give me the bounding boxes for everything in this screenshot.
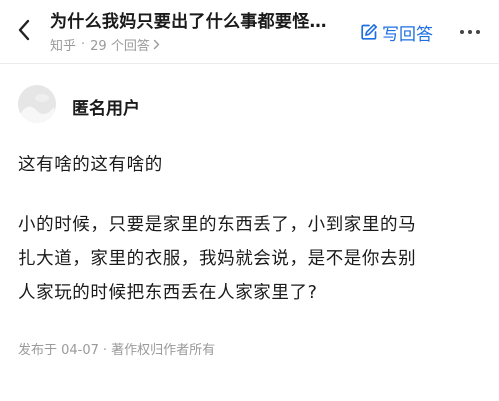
- write-answer-label: 写回答: [382, 24, 433, 45]
- anonymous-avatar-icon: [18, 85, 56, 123]
- question-meta: 知乎 · 29 个回答: [50, 35, 160, 54]
- answer-page: 为什么我妈只要出了什么事都要怪… 知乎 · 29 个回答 写回答 匿名用户 这有…: [0, 0, 499, 401]
- edit-pen-icon: [360, 23, 378, 41]
- more-horizontal-icon: [460, 30, 464, 34]
- copyright-notice: 著作权归作者所有: [111, 343, 216, 358]
- answer-count-link[interactable]: 29 个回答: [90, 35, 150, 54]
- back-button[interactable]: [10, 12, 38, 48]
- answer-line: 人家玩的时候把东西丢在人家家里了?: [18, 283, 318, 303]
- chevron-right-icon: [153, 39, 160, 50]
- author-name[interactable]: 匿名用户: [72, 94, 140, 119]
- publish-date: 发布于 04-07: [18, 343, 99, 358]
- source-label: 知乎: [50, 39, 77, 54]
- chevron-left-icon: [18, 19, 30, 41]
- answer-line: 小的时候，只要是家里的东西丢了，小到家里的马: [18, 215, 417, 235]
- more-options-button[interactable]: [455, 20, 485, 44]
- avatar[interactable]: [18, 85, 56, 123]
- top-navigation-bar: 为什么我妈只要出了什么事都要怪… 知乎 · 29 个回答 写回答: [0, 0, 499, 64]
- answer-line: 扎大道，家里的衣服，我妈就会说，是不是你去别: [18, 249, 417, 269]
- write-answer-button[interactable]: 写回答: [360, 18, 433, 46]
- separator-dot: ·: [102, 343, 108, 358]
- answer-paragraph: 这有啥的这有啥的: [18, 155, 163, 175]
- question-title[interactable]: 为什么我妈只要出了什么事都要怪…: [50, 7, 346, 32]
- answer-meta: 发布于 04-07 · 著作权归作者所有: [18, 339, 215, 358]
- separator-dot: ·: [81, 37, 86, 52]
